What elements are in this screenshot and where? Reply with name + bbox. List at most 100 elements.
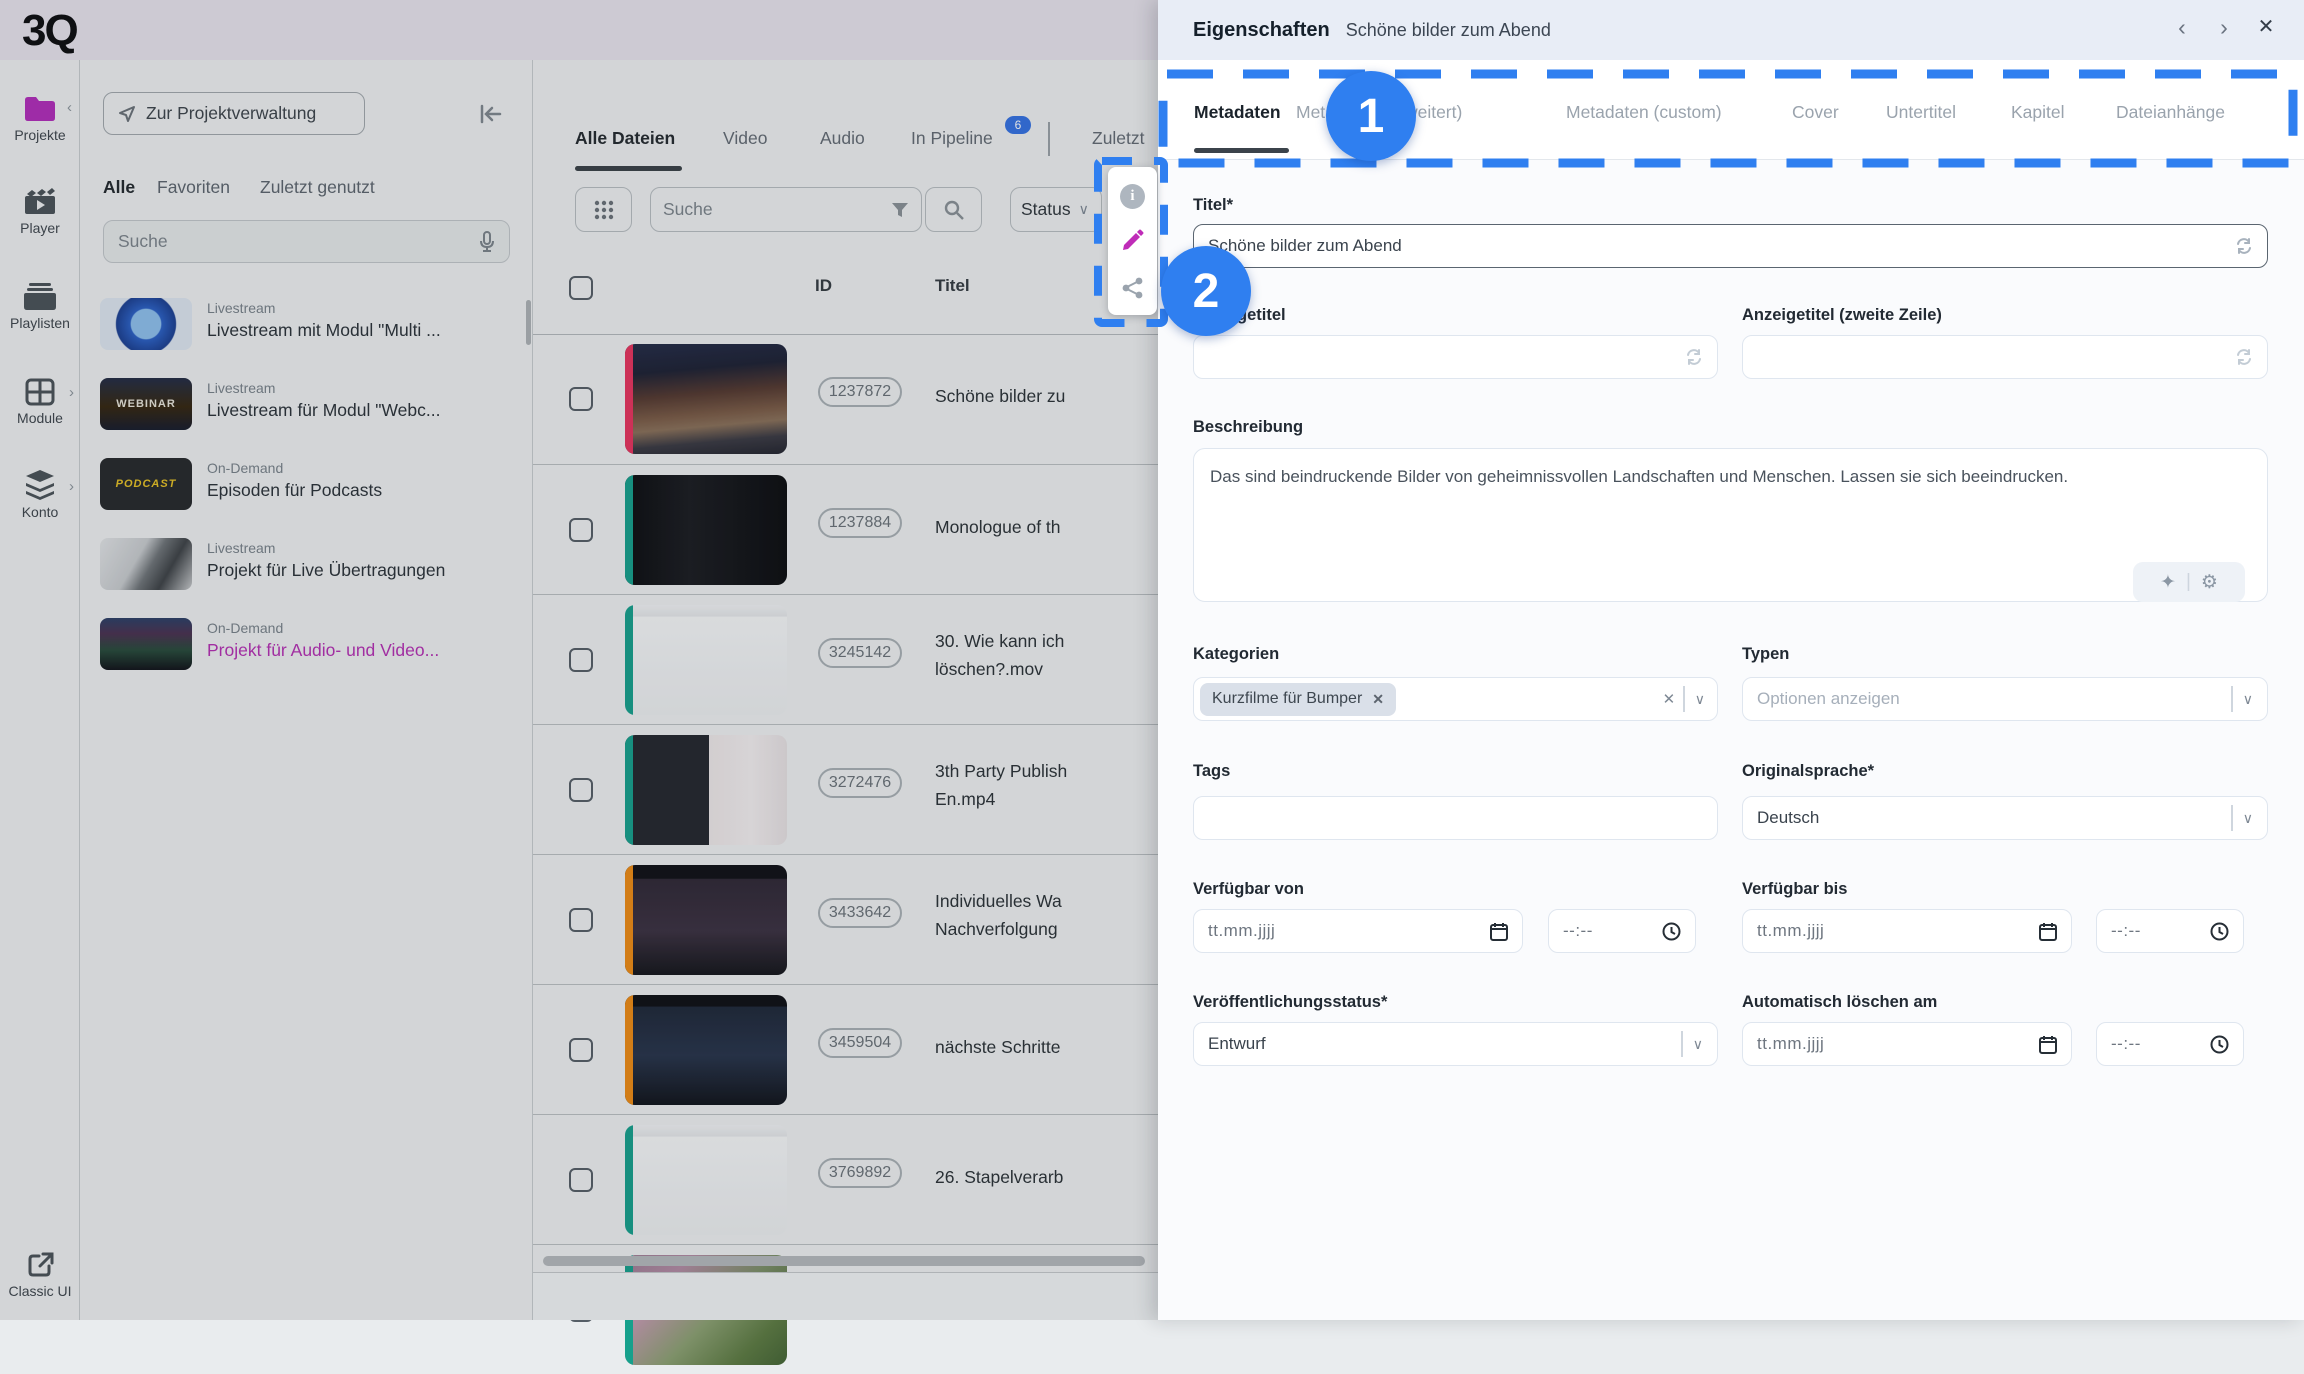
collapse-panel-icon[interactable] bbox=[479, 103, 503, 125]
tab-dateianhaenge[interactable]: Dateianhänge bbox=[2116, 102, 2225, 123]
verfuegbar-von-date-input[interactable]: tt.mm.jjjj bbox=[1193, 909, 1523, 953]
clock-icon[interactable] bbox=[1662, 922, 1681, 941]
clock-icon[interactable] bbox=[2210, 922, 2229, 941]
translate-icon[interactable] bbox=[2235, 237, 2253, 255]
microphone-icon[interactable] bbox=[479, 231, 495, 253]
tags-input[interactable] bbox=[1193, 796, 1718, 840]
row-checkbox[interactable] bbox=[569, 1168, 593, 1192]
column-header-id[interactable]: ID bbox=[815, 276, 832, 296]
view-toggle-button[interactable] bbox=[575, 187, 632, 232]
verfuegbar-bis-time-input[interactable]: --:-- bbox=[2096, 909, 2244, 953]
tab-metadaten[interactable]: Metadaten bbox=[1194, 102, 1281, 123]
anzeigetitel-input[interactable] bbox=[1193, 335, 1718, 379]
tab-metadaten-custom[interactable]: Metadaten (custom) bbox=[1566, 102, 1722, 123]
file-tab-alle-dateien[interactable]: Alle Dateien bbox=[575, 128, 675, 149]
calendar-icon[interactable] bbox=[1490, 922, 1508, 941]
search-button[interactable] bbox=[925, 187, 982, 232]
project-tab-alle[interactable]: Alle bbox=[103, 177, 135, 198]
gear-icon[interactable]: ⚙ bbox=[2201, 571, 2218, 594]
layers-icon bbox=[24, 470, 56, 500]
project-list-item[interactable]: Livestream Projekt für Live Übertragunge… bbox=[100, 538, 520, 604]
properties-panel: Eigenschaften Schöne bilder zum Abend ‹ … bbox=[1158, 0, 2304, 1320]
row-checkbox[interactable] bbox=[569, 1038, 593, 1062]
chevron-right-icon[interactable]: › bbox=[69, 384, 74, 401]
anzeigetitel2-input[interactable] bbox=[1742, 335, 2268, 379]
verfuegbar-von-time-input[interactable]: --:-- bbox=[1548, 909, 1696, 953]
typen-select[interactable]: Optionen anzeigen ∨ bbox=[1742, 677, 2268, 721]
sidebar-item-projekte[interactable]: ‹ Projekte bbox=[0, 95, 80, 143]
tab-kapitel[interactable]: Kapitel bbox=[2011, 102, 2065, 123]
horizontal-scrollbar-thumb[interactable] bbox=[543, 1256, 1145, 1266]
project-tab-favoriten[interactable]: Favoriten bbox=[157, 177, 230, 198]
sidebar-item-player[interactable]: Player bbox=[0, 188, 80, 236]
edit-pencil-icon[interactable] bbox=[1121, 229, 1144, 252]
row-checkbox[interactable] bbox=[569, 648, 593, 672]
veroeffentlichungsstatus-select[interactable]: Entwurf ∨ bbox=[1193, 1022, 1718, 1066]
sparkles-icon[interactable]: ✦ bbox=[2160, 571, 2176, 594]
manage-projects-button[interactable]: Zur Projektverwaltung bbox=[103, 92, 365, 135]
project-list-item-selected[interactable]: On-Demand Projekt für Audio- und Video..… bbox=[100, 618, 520, 684]
chevron-right-icon[interactable]: › bbox=[69, 478, 74, 495]
autoloeschen-time-input[interactable]: --:-- bbox=[2096, 1022, 2244, 1066]
row-checkbox[interactable] bbox=[569, 778, 593, 802]
autoloeschen-date-input[interactable]: tt.mm.jjjj bbox=[1742, 1022, 2072, 1066]
tab-cover[interactable]: Cover bbox=[1792, 102, 1839, 123]
chevron-left-icon[interactable]: ‹ bbox=[67, 99, 72, 116]
kategorie-chip[interactable]: Kurzfilme für Bumper ✕ bbox=[1200, 683, 1396, 716]
file-tab-audio[interactable]: Audio bbox=[820, 128, 865, 149]
close-icon[interactable]: ✕ bbox=[2250, 14, 2282, 39]
kategorien-multiselect[interactable]: Kurzfilme für Bumper ✕ ✕ ∨ bbox=[1193, 677, 1718, 721]
next-asset-button[interactable]: › bbox=[2208, 14, 2240, 41]
verfuegbar-bis-date-input[interactable]: tt.mm.jjjj bbox=[1742, 909, 2072, 953]
tab-untertitel[interactable]: Untertitel bbox=[1886, 102, 1956, 123]
table-row[interactable]: 3433642 Individuelles Wa Nachverfolgung bbox=[533, 854, 1158, 984]
description-ai-actions[interactable]: ✦ | ⚙ bbox=[2133, 562, 2245, 602]
chevron-down-icon[interactable]: ∨ bbox=[1695, 691, 1705, 708]
row-checkbox[interactable] bbox=[569, 908, 593, 932]
project-tab-zuletzt-genutzt[interactable]: Zuletzt genutzt bbox=[260, 177, 375, 198]
row-checkbox[interactable] bbox=[569, 387, 593, 411]
row-checkbox[interactable] bbox=[569, 518, 593, 542]
sidebar-item-module[interactable]: › Module bbox=[0, 378, 80, 426]
sidebar-item-playlisten[interactable]: Playlisten bbox=[0, 283, 80, 331]
scrollbar-thumb[interactable] bbox=[526, 300, 531, 345]
sidebar-item-konto[interactable]: › Konto bbox=[0, 470, 80, 520]
sidebar-item-classic-ui[interactable]: Classic UI bbox=[0, 1252, 80, 1299]
clock-icon[interactable] bbox=[2210, 1035, 2229, 1054]
share-icon[interactable] bbox=[1122, 277, 1143, 299]
table-row[interactable]: 3769892 26. Stapelverarb bbox=[533, 1114, 1158, 1244]
table-row[interactable]: 3272476 3th Party Publish En.mp4 bbox=[533, 724, 1158, 854]
titel-input[interactable]: Schöne bilder zum Abend bbox=[1193, 224, 2268, 268]
translate-icon[interactable] bbox=[1685, 348, 1703, 366]
status-dropdown[interactable]: Status ∨ bbox=[1010, 187, 1102, 232]
project-list-item[interactable]: WEBINAR Livestream Livestream für Modul … bbox=[100, 378, 520, 444]
file-tab-video[interactable]: Video bbox=[723, 128, 767, 149]
calendar-icon[interactable] bbox=[2039, 922, 2057, 941]
beschreibung-textarea[interactable]: Das sind beindruckende Bilder von geheim… bbox=[1193, 448, 2268, 602]
table-row[interactable]: 1237884 Monologue of th bbox=[533, 464, 1158, 594]
project-list-item[interactable]: PODCAST On-Demand Episoden für Podcasts bbox=[100, 458, 520, 524]
project-search-input[interactable]: Suche bbox=[103, 220, 510, 263]
project-list-item[interactable]: Livestream Livestream mit Modul "Multi .… bbox=[100, 298, 520, 364]
chevron-down-icon[interactable]: ∨ bbox=[1693, 1036, 1703, 1053]
clear-selection-icon[interactable]: ✕ bbox=[1663, 690, 1676, 708]
chevron-down-icon[interactable]: ∨ bbox=[2243, 810, 2253, 827]
remove-chip-icon[interactable]: ✕ bbox=[1372, 691, 1384, 708]
prev-asset-button[interactable]: ‹ bbox=[2166, 14, 2198, 41]
file-tab-in-pipeline[interactable]: In Pipeline bbox=[911, 128, 993, 149]
filter-funnel-icon[interactable] bbox=[891, 202, 909, 218]
table-row[interactable]: 3459504 nächste Schritte bbox=[533, 984, 1158, 1114]
column-header-titel[interactable]: Titel bbox=[935, 276, 970, 296]
calendar-icon[interactable] bbox=[2039, 1035, 2057, 1054]
table-row[interactable]: 3245142 30. Wie kann ich löschen?.mov bbox=[533, 594, 1158, 724]
table-row[interactable]: 1237872 Schöne bilder zu bbox=[533, 334, 1158, 464]
info-icon[interactable]: i bbox=[1120, 184, 1145, 209]
file-tab-zuletzt[interactable]: Zuletzt bbox=[1092, 128, 1145, 149]
translate-icon[interactable] bbox=[2235, 348, 2253, 366]
originalsprache-select[interactable]: Deutsch ∨ bbox=[1742, 796, 2268, 840]
file-search-input[interactable]: Suche bbox=[650, 187, 922, 232]
file-id-badge: 1237872 bbox=[818, 377, 902, 407]
status-value: Entwurf bbox=[1208, 1034, 1266, 1054]
chevron-down-icon[interactable]: ∨ bbox=[2243, 691, 2253, 708]
select-all-checkbox[interactable] bbox=[569, 276, 593, 300]
